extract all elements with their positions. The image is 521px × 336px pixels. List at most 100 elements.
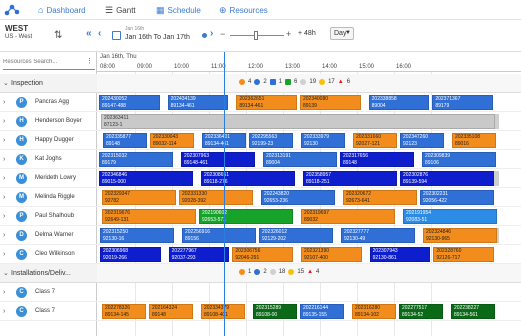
- next-page-icon[interactable]: ›: [210, 28, 213, 39]
- task-bar[interactable]: 202317656 89148: [340, 152, 414, 167]
- resource-row[interactable]: › K Kat Joghs: [0, 150, 97, 169]
- chevron-right-icon: ›: [3, 193, 6, 201]
- resource-row[interactable]: › P Pancras Agg: [0, 93, 97, 112]
- summary-count: 6: [294, 79, 298, 85]
- task-bar[interactable]: 202306756 92046-291: [232, 247, 293, 262]
- task-bar[interactable]: 202340080 89139: [300, 95, 361, 110]
- task-bar[interactable]: 202331330 92028-392: [179, 190, 253, 205]
- task-bar[interactable]: 202362651 89134-461: [236, 95, 297, 110]
- resource-row[interactable]: › P Paul Shalhoub: [0, 207, 97, 226]
- task-bar[interactable]: 202328760 92126-717: [433, 247, 494, 262]
- today-dot-icon[interactable]: [202, 33, 207, 38]
- task-bar[interactable]: 202319697 89032: [301, 209, 395, 224]
- task-bar[interactable]: 202313191 89004: [263, 152, 337, 167]
- nav-gantt[interactable]: ☰ Gantt: [105, 3, 136, 17]
- task-bar[interactable]: 202238227 89134-561: [451, 304, 495, 319]
- gantt-chart-area[interactable]: Jan 16th, Thu 08:00 09:00 10:00 11:00 12:00 1…: [97, 52, 521, 336]
- summary-count: 19: [309, 79, 317, 85]
- task-bar[interactable]: 202331660 92027-121: [353, 133, 397, 148]
- resource-row[interactable]: › C Cleo Wilkinson: [0, 245, 97, 264]
- task-bar[interactable]: 202256916 89156: [182, 228, 256, 243]
- task-bar[interactable]: 202306968 92019-266: [100, 247, 161, 262]
- resource-row[interactable]: › M Melinda Riggle: [0, 188, 97, 207]
- task-bar[interactable]: 202309839 89106: [422, 152, 496, 167]
- resource-row[interactable]: › H Henderson Boyer: [0, 112, 97, 131]
- task-bar[interactable]: 202277967 92037-293: [168, 247, 230, 262]
- task-bar[interactable]: 202371367 89179: [432, 95, 493, 110]
- resources-search-input[interactable]: [3, 57, 83, 67]
- summary-count: 1: [248, 269, 252, 275]
- task-bar[interactable]: 202307963 89148-461: [181, 152, 255, 167]
- dashboard-icon: ⌂: [38, 5, 44, 15]
- task-bar[interactable]: 202335877 89148: [103, 133, 147, 148]
- zoom-in-icon[interactable]: +: [286, 29, 291, 39]
- view-mode-select[interactable]: Day ▼: [330, 27, 354, 40]
- resource-name: Happy Dugger: [35, 137, 74, 143]
- resource-row[interactable]: › M Merideth Lowry: [0, 169, 97, 188]
- task-bar[interactable]: 202326012 92129-202: [259, 228, 333, 243]
- task-bar[interactable]: 202333979 92130: [301, 133, 345, 148]
- task-bar[interactable]: 202315032 89179: [99, 152, 173, 167]
- chevron-right-icon: ›: [3, 288, 6, 296]
- task-bar[interactable]: 202329347 92782: [102, 190, 176, 205]
- group-header[interactable]: ⌄ Installations/Deliv...: [0, 264, 97, 283]
- task-bar[interactable]: 202334379 89108-401: [201, 304, 245, 319]
- time-tick: 10:00: [174, 64, 190, 70]
- nav-schedule[interactable]: ▦ Schedule: [156, 3, 201, 17]
- status-grey-icon: [269, 269, 276, 275]
- task-bar[interactable]: 202324846 92130-965: [423, 228, 497, 243]
- task-bar[interactable]: 202302231 92056-422: [420, 190, 494, 205]
- resource-row[interactable]: › D Delma Warner: [0, 226, 97, 245]
- task-bar[interactable]: 202243820 92653-236: [261, 190, 335, 205]
- avatar: C: [16, 248, 27, 260]
- filter-icon[interactable]: ⋮: [86, 57, 93, 65]
- task-bar[interactable]: 202277517 89134-52: [399, 304, 443, 319]
- task-bar[interactable]: 202316280 89134-102: [352, 304, 396, 319]
- jump-back-icon[interactable]: «: [86, 28, 92, 39]
- avatar: H: [16, 134, 27, 146]
- task-bar[interactable]: 202302876 89139-594: [400, 171, 494, 186]
- task-bar[interactable]: 202319676 92649-131: [102, 209, 196, 224]
- resource-row[interactable]: › H Happy Dugger: [0, 131, 97, 150]
- task-bar[interactable]: 202191954 92083-51: [403, 209, 497, 224]
- task-bar[interactable]: 202278326 89134-145: [102, 304, 146, 319]
- task-bar[interactable]: 202347260 92123: [400, 133, 444, 148]
- task-bar[interactable]: 202321390 92107-400: [301, 247, 362, 262]
- task-bar[interactable]: 202320672 92673-641: [343, 190, 417, 205]
- task-bar[interactable]: 202216144 89135-155: [300, 304, 344, 319]
- task-bar[interactable]: 202330043 89032-114: [150, 133, 194, 148]
- zoom-slider-handle[interactable]: [254, 31, 258, 40]
- row-divider: [97, 225, 521, 226]
- task-bar[interactable]: 202327777 92130-49: [341, 228, 415, 243]
- previous-icon[interactable]: ‹: [98, 28, 101, 39]
- task-bar[interactable]: 202315250 92130-16: [100, 228, 174, 243]
- nav-resources[interactable]: ⊕ Resources: [219, 3, 268, 17]
- task-bar[interactable]: 202315289 89108-00: [253, 304, 297, 319]
- task-bar[interactable]: 202358957 89118-251: [303, 171, 397, 186]
- task-bar[interactable]: 202190602 92653-571: [199, 209, 293, 224]
- task-bar[interactable]: 202335108 89016: [452, 133, 496, 148]
- schedule-icon: ▦: [156, 4, 165, 15]
- nav-dashboard[interactable]: ⌂ Dashboard: [38, 3, 86, 17]
- task-bar[interactable]: 202346846 89015-000: [99, 171, 193, 186]
- task-id: 202302876: [403, 172, 429, 178]
- task-zip: 92028-392: [182, 198, 206, 204]
- task-bar[interactable]: 202295563 92199-23: [249, 133, 293, 148]
- swap-icon[interactable]: ⇅: [54, 30, 62, 41]
- task-bar[interactable]: 202430052 89147-488: [99, 95, 160, 110]
- task-bar[interactable]: 202307943 92130-861: [369, 247, 431, 262]
- status-info-icon: [269, 79, 276, 85]
- task-bar[interactable]: 202164324 89148: [149, 304, 193, 319]
- task-id: 202430052: [102, 96, 128, 102]
- region-selector[interactable]: WEST US - West: [5, 24, 32, 42]
- group-header[interactable]: ⌄ Inspection: [0, 74, 97, 93]
- status-blue-icon: [254, 269, 261, 275]
- task-bar[interactable]: 202434139 89134-461: [167, 95, 229, 110]
- task-id: 202434139: [170, 96, 196, 102]
- zoom-out-icon[interactable]: −: [220, 29, 225, 39]
- task-bar[interactable]: 202338858 89004: [368, 95, 430, 110]
- task-bar[interactable]: 202308651 89118-276: [201, 171, 295, 186]
- task-bar[interactable]: 202363411 87123-1: [101, 114, 495, 129]
- resource-row[interactable]: › C Class 7: [0, 283, 97, 302]
- resource-row[interactable]: › C Class 7: [0, 302, 97, 321]
